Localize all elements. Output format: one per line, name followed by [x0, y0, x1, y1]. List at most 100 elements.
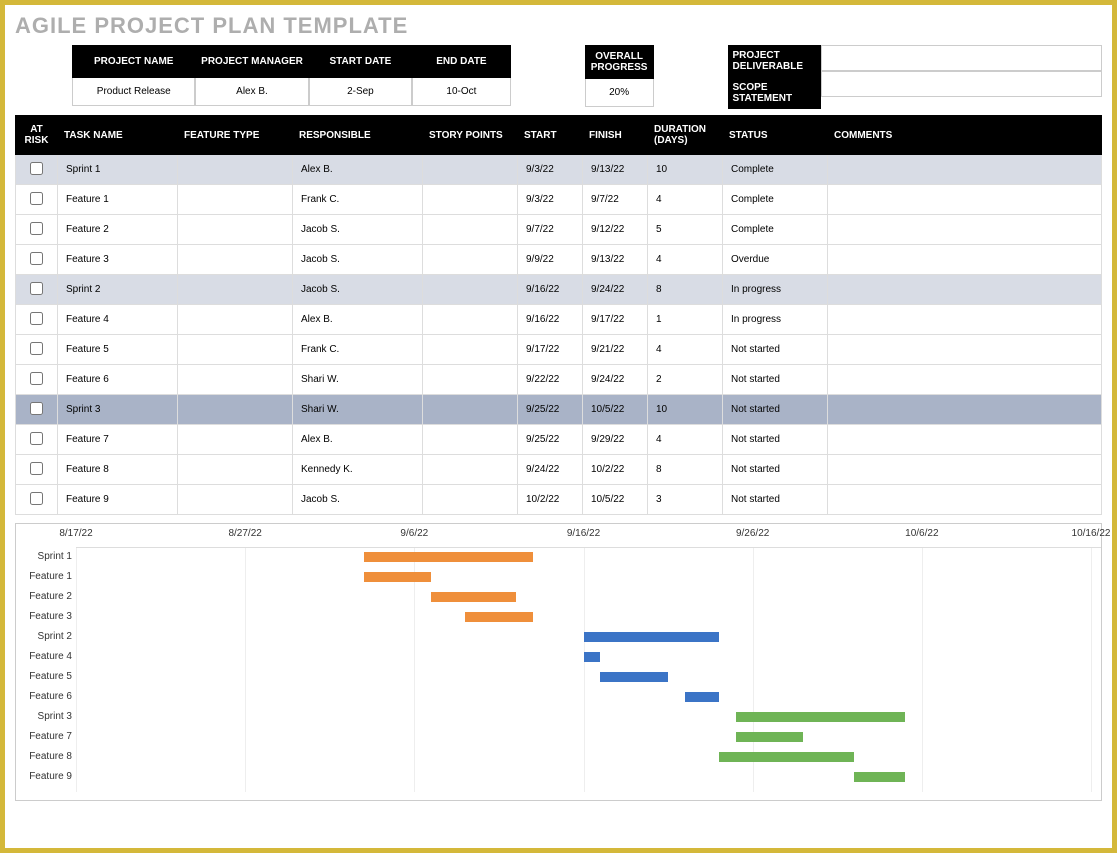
cell-story-points[interactable]: [423, 215, 518, 245]
cell-responsible[interactable]: Alex B.: [293, 155, 423, 185]
cell-responsible[interactable]: Shari W.: [293, 395, 423, 425]
start-date-value[interactable]: 2-Sep: [309, 78, 412, 106]
cell-responsible[interactable]: Jacob S.: [293, 215, 423, 245]
cell-start[interactable]: 9/9/22: [518, 245, 583, 275]
cell-feature-type[interactable]: [178, 245, 293, 275]
cell-status[interactable]: Overdue: [723, 245, 828, 275]
at-risk-checkbox[interactable]: [30, 222, 43, 235]
cell-status[interactable]: Not started: [723, 485, 828, 515]
end-date-value[interactable]: 10-Oct: [412, 78, 511, 106]
cell-task-name[interactable]: Feature 6: [58, 365, 178, 395]
cell-status[interactable]: Complete: [723, 155, 828, 185]
at-risk-checkbox[interactable]: [30, 492, 43, 505]
cell-comments[interactable]: [828, 215, 1102, 245]
cell-responsible[interactable]: Frank C.: [293, 335, 423, 365]
cell-task-name[interactable]: Feature 4: [58, 305, 178, 335]
cell-start[interactable]: 9/7/22: [518, 215, 583, 245]
cell-feature-type[interactable]: [178, 455, 293, 485]
cell-start[interactable]: 9/17/22: [518, 335, 583, 365]
cell-finish[interactable]: 10/5/22: [583, 485, 648, 515]
cell-comments[interactable]: [828, 455, 1102, 485]
cell-comments[interactable]: [828, 275, 1102, 305]
cell-start[interactable]: 9/25/22: [518, 425, 583, 455]
cell-duration[interactable]: 1: [648, 305, 723, 335]
cell-start[interactable]: 9/3/22: [518, 155, 583, 185]
cell-duration[interactable]: 10: [648, 155, 723, 185]
cell-finish[interactable]: 9/13/22: [583, 245, 648, 275]
cell-story-points[interactable]: [423, 395, 518, 425]
at-risk-checkbox[interactable]: [30, 372, 43, 385]
cell-feature-type[interactable]: [178, 215, 293, 245]
cell-story-points[interactable]: [423, 155, 518, 185]
cell-start[interactable]: 9/16/22: [518, 275, 583, 305]
cell-task-name[interactable]: Feature 7: [58, 425, 178, 455]
cell-status[interactable]: Not started: [723, 335, 828, 365]
cell-responsible[interactable]: Frank C.: [293, 185, 423, 215]
cell-story-points[interactable]: [423, 455, 518, 485]
at-risk-checkbox[interactable]: [30, 432, 43, 445]
cell-status[interactable]: In progress: [723, 305, 828, 335]
cell-status[interactable]: Not started: [723, 425, 828, 455]
cell-duration[interactable]: 4: [648, 245, 723, 275]
cell-comments[interactable]: [828, 335, 1102, 365]
cell-story-points[interactable]: [423, 335, 518, 365]
cell-task-name[interactable]: Sprint 2: [58, 275, 178, 305]
cell-status[interactable]: Not started: [723, 395, 828, 425]
cell-duration[interactable]: 4: [648, 425, 723, 455]
scope-statement-value[interactable]: [821, 71, 1102, 97]
cell-status[interactable]: Not started: [723, 365, 828, 395]
cell-responsible[interactable]: Alex B.: [293, 425, 423, 455]
cell-task-name[interactable]: Feature 3: [58, 245, 178, 275]
cell-task-name[interactable]: Sprint 1: [58, 155, 178, 185]
cell-story-points[interactable]: [423, 365, 518, 395]
cell-duration[interactable]: 5: [648, 215, 723, 245]
cell-feature-type[interactable]: [178, 335, 293, 365]
cell-finish[interactable]: 9/21/22: [583, 335, 648, 365]
cell-duration[interactable]: 8: [648, 455, 723, 485]
cell-task-name[interactable]: Feature 9: [58, 485, 178, 515]
cell-responsible[interactable]: Jacob S.: [293, 485, 423, 515]
cell-feature-type[interactable]: [178, 485, 293, 515]
cell-story-points[interactable]: [423, 245, 518, 275]
cell-responsible[interactable]: Shari W.: [293, 365, 423, 395]
at-risk-checkbox[interactable]: [30, 192, 43, 205]
cell-story-points[interactable]: [423, 305, 518, 335]
cell-comments[interactable]: [828, 395, 1102, 425]
cell-comments[interactable]: [828, 245, 1102, 275]
cell-status[interactable]: In progress: [723, 275, 828, 305]
cell-task-name[interactable]: Feature 1: [58, 185, 178, 215]
cell-responsible[interactable]: Alex B.: [293, 305, 423, 335]
cell-start[interactable]: 10/2/22: [518, 485, 583, 515]
cell-feature-type[interactable]: [178, 155, 293, 185]
cell-duration[interactable]: 8: [648, 275, 723, 305]
cell-comments[interactable]: [828, 155, 1102, 185]
cell-story-points[interactable]: [423, 275, 518, 305]
cell-responsible[interactable]: Jacob S.: [293, 245, 423, 275]
at-risk-checkbox[interactable]: [30, 312, 43, 325]
cell-finish[interactable]: 9/29/22: [583, 425, 648, 455]
cell-duration[interactable]: 4: [648, 185, 723, 215]
cell-responsible[interactable]: Kennedy K.: [293, 455, 423, 485]
cell-story-points[interactable]: [423, 425, 518, 455]
cell-feature-type[interactable]: [178, 395, 293, 425]
cell-start[interactable]: 9/22/22: [518, 365, 583, 395]
project-name-value[interactable]: Product Release: [72, 78, 195, 106]
cell-start[interactable]: 9/16/22: [518, 305, 583, 335]
cell-duration[interactable]: 2: [648, 365, 723, 395]
cell-feature-type[interactable]: [178, 275, 293, 305]
cell-status[interactable]: Not started: [723, 455, 828, 485]
project-deliverable-value[interactable]: [821, 45, 1102, 71]
cell-comments[interactable]: [828, 305, 1102, 335]
cell-feature-type[interactable]: [178, 185, 293, 215]
cell-feature-type[interactable]: [178, 365, 293, 395]
cell-finish[interactable]: 9/7/22: [583, 185, 648, 215]
cell-comments[interactable]: [828, 365, 1102, 395]
at-risk-checkbox[interactable]: [30, 162, 43, 175]
cell-duration[interactable]: 10: [648, 395, 723, 425]
cell-task-name[interactable]: Sprint 3: [58, 395, 178, 425]
cell-task-name[interactable]: Feature 8: [58, 455, 178, 485]
cell-story-points[interactable]: [423, 185, 518, 215]
cell-start[interactable]: 9/24/22: [518, 455, 583, 485]
cell-start[interactable]: 9/25/22: [518, 395, 583, 425]
cell-comments[interactable]: [828, 485, 1102, 515]
